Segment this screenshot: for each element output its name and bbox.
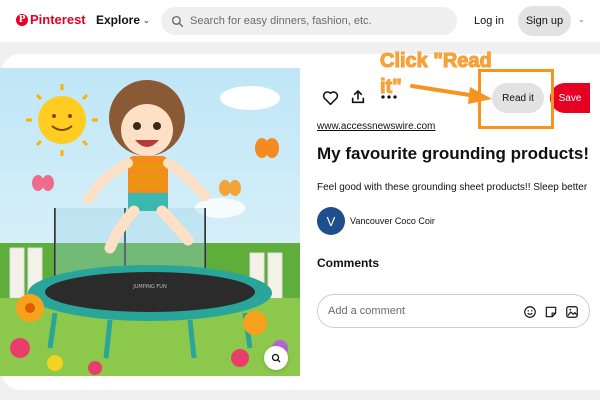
- logo-text: Pinterest: [30, 12, 86, 27]
- pin-description: Feel good with these grounding sheet pro…: [317, 182, 588, 193]
- search-input[interactable]: [190, 15, 440, 27]
- pin-image[interactable]: JUMPING FUN: [0, 68, 300, 376]
- visual-search-icon: [271, 353, 281, 363]
- pinterest-logo-icon: P: [16, 13, 28, 26]
- sticker-icon[interactable]: [543, 304, 559, 320]
- explore-label: Explore: [96, 13, 141, 27]
- share-icon: [351, 90, 365, 104]
- search-bar[interactable]: [161, 7, 457, 35]
- annotation-text: Click "Read it": [380, 50, 493, 99]
- top-nav: P Pinterest Explore ⌄ Log in Sign up ⌄: [0, 0, 600, 42]
- explore-menu[interactable]: Explore ⌄: [96, 13, 150, 27]
- source-link[interactable]: www.accessnewswire.com: [317, 121, 435, 132]
- author-avatar[interactable]: V: [317, 207, 345, 235]
- login-button[interactable]: Log in: [466, 7, 512, 35]
- comment-box[interactable]: [317, 294, 590, 328]
- chevron-down-icon: ⌄: [143, 15, 150, 25]
- chevron-down-icon[interactable]: ⌄: [578, 15, 585, 24]
- signup-button[interactable]: Sign up: [518, 6, 571, 36]
- like-button[interactable]: [319, 87, 341, 109]
- save-button[interactable]: Save: [550, 83, 590, 113]
- visual-search-button[interactable]: [264, 346, 288, 370]
- comment-input[interactable]: [328, 305, 508, 317]
- heart-icon: [322, 91, 338, 106]
- pin-title: My favourite grounding products!: [317, 144, 589, 163]
- search-icon: [171, 15, 184, 27]
- pinterest-logo[interactable]: P Pinterest: [16, 12, 86, 27]
- trampoline-caption: JUMPING FUN: [132, 284, 167, 290]
- comments-heading: Comments: [317, 256, 380, 270]
- emoji-icon[interactable]: [522, 304, 538, 320]
- author-name[interactable]: Vancouver Coco Coir: [350, 216, 435, 226]
- image-upload-icon[interactable]: [564, 304, 580, 320]
- share-button[interactable]: [347, 86, 369, 108]
